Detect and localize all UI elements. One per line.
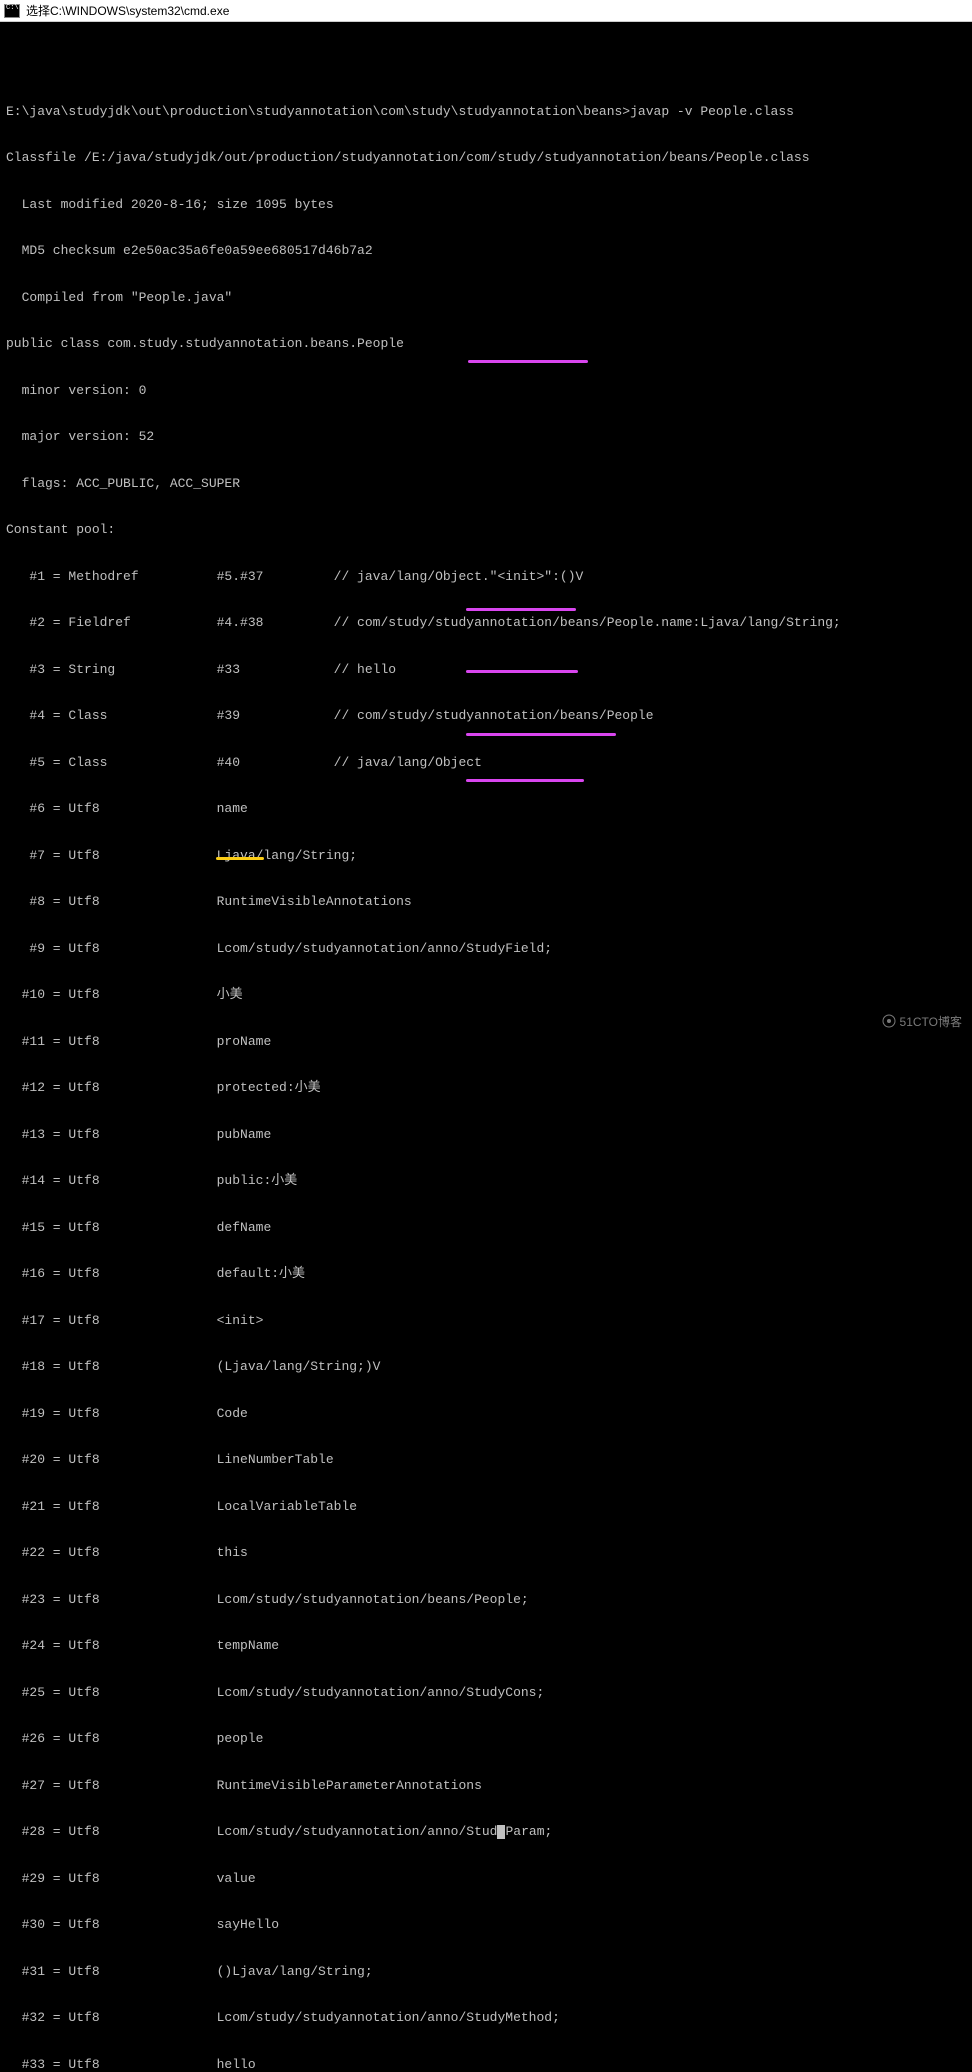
pool-entry: #21 = Utf8 LocalVariableTable xyxy=(6,1499,966,1515)
pool-entry: #2 = Fieldref #4.#38 // com/study/studya… xyxy=(6,615,966,631)
compiled-from-line: Compiled from "People.java" xyxy=(6,290,966,306)
pool-entry: #26 = Utf8 people xyxy=(6,1731,966,1747)
major-version-line: major version: 52 xyxy=(6,429,966,445)
watermark: 51CTO博客 xyxy=(882,1013,962,1030)
pool-entry: #13 = Utf8 pubName xyxy=(6,1127,966,1143)
terminal-output[interactable]: E:\java\studyjdk\out\production\studyann… xyxy=(0,22,972,2072)
pool-entry: #17 = Utf8 <init> xyxy=(6,1313,966,1329)
pool-entry: #10 = Utf8 小美 xyxy=(6,987,966,1003)
pool-entry: #1 = Methodref #5.#37 // java/lang/Objec… xyxy=(6,569,966,585)
pool-entry: #19 = Utf8 Code xyxy=(6,1406,966,1422)
pool-entry-28: #28 = Utf8 Lcom/study/studyannotation/an… xyxy=(6,1824,966,1840)
pool-entry: #12 = Utf8 protected:小美 xyxy=(6,1080,966,1096)
annotation-underline xyxy=(216,857,264,860)
pool-entry: #24 = Utf8 tempName xyxy=(6,1638,966,1654)
class-decl-line: public class com.study.studyannotation.b… xyxy=(6,336,966,352)
blank-line xyxy=(6,57,966,73)
pool-entry: #22 = Utf8 this xyxy=(6,1545,966,1561)
selection-cursor xyxy=(497,1825,505,1839)
pool-entry: #15 = Utf8 defName xyxy=(6,1220,966,1236)
pool-entry: #8 = Utf8 RuntimeVisibleAnnotations xyxy=(6,894,966,910)
annotation-underline xyxy=(466,779,584,782)
pool-entry: #14 = Utf8 public:小美 xyxy=(6,1173,966,1189)
pool-entry: #7 = Utf8 Ljava/lang/String; xyxy=(6,848,966,864)
pool-entry: #27 = Utf8 RuntimeVisibleParameterAnnota… xyxy=(6,1778,966,1794)
flags-line: flags: ACC_PUBLIC, ACC_SUPER xyxy=(6,476,966,492)
classfile-line: Classfile /E:/java/studyjdk/out/producti… xyxy=(6,150,966,166)
pool-entry: #16 = Utf8 default:小美 xyxy=(6,1266,966,1282)
pool-entry: #29 = Utf8 value xyxy=(6,1871,966,1887)
constant-pool-header: Constant pool: xyxy=(6,522,966,538)
prompt-line: E:\java\studyjdk\out\production\studyann… xyxy=(6,104,966,120)
annotation-underline xyxy=(468,360,588,363)
pool-entry: #33 = Utf8 hello xyxy=(6,2057,966,2072)
annotation-underline xyxy=(466,733,616,736)
annotation-underline xyxy=(466,670,578,673)
annotation-underline xyxy=(466,608,576,611)
pool-entry: #25 = Utf8 Lcom/study/studyannotation/an… xyxy=(6,1685,966,1701)
pool-entry: #5 = Class #40 // java/lang/Object xyxy=(6,755,966,771)
md5-line: MD5 checksum e2e50ac35a6fe0a59ee680517d4… xyxy=(6,243,966,259)
last-modified-line: Last modified 2020-8-16; size 1095 bytes xyxy=(6,197,966,213)
cmd-icon xyxy=(4,4,20,18)
pool-entry: #20 = Utf8 LineNumberTable xyxy=(6,1452,966,1468)
pool-entry: #23 = Utf8 Lcom/study/studyannotation/be… xyxy=(6,1592,966,1608)
pool-entry: #18 = Utf8 (Ljava/lang/String;)V xyxy=(6,1359,966,1375)
window-title-bar: 选择C:\WINDOWS\system32\cmd.exe xyxy=(0,0,972,22)
minor-version-line: minor version: 0 xyxy=(6,383,966,399)
pool-entry: #9 = Utf8 Lcom/study/studyannotation/ann… xyxy=(6,941,966,957)
pool-entry: #31 = Utf8 ()Ljava/lang/String; xyxy=(6,1964,966,1980)
watermark-icon xyxy=(882,1014,896,1028)
pool-entry: #30 = Utf8 sayHello xyxy=(6,1917,966,1933)
window-title: 选择C:\WINDOWS\system32\cmd.exe xyxy=(26,2,229,19)
pool-entry: #6 = Utf8 name xyxy=(6,801,966,817)
pool-entry: #4 = Class #39 // com/study/studyannotat… xyxy=(6,708,966,724)
pool-entry: #32 = Utf8 Lcom/study/studyannotation/an… xyxy=(6,2010,966,2026)
